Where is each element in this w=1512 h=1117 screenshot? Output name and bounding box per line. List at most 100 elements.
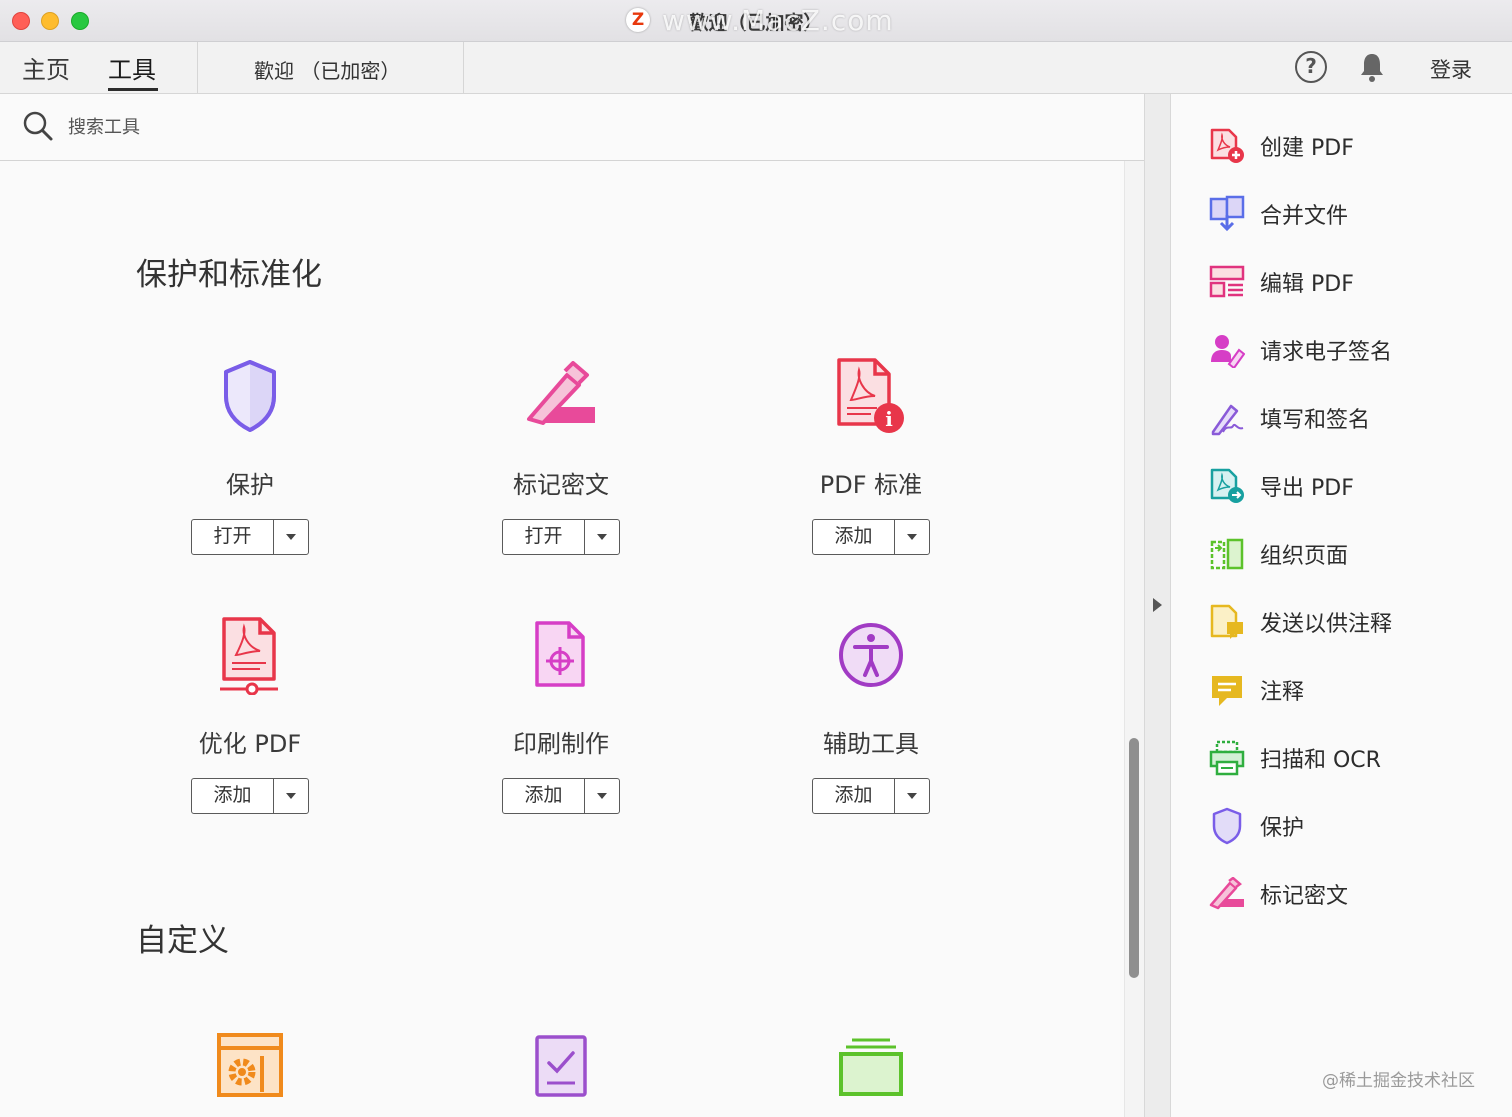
- rp-item-scan-ocr[interactable]: 扫描和 OCR: [1208, 736, 1381, 780]
- bell-icon[interactable]: [1358, 51, 1386, 83]
- tool-card-accessibility: 辅助工具 添加: [751, 610, 991, 814]
- tab-bar: 主页 工具 歡迎 （已加密） ? 登录: [0, 42, 1512, 94]
- redact-marker-icon: [1209, 877, 1244, 910]
- tool-button-label: 打开: [503, 520, 585, 554]
- tool-dropdown[interactable]: [585, 779, 619, 813]
- chevron-down-icon: [907, 534, 917, 540]
- search-bar: [0, 94, 1144, 161]
- rp-item-edit-pdf[interactable]: 编辑 PDF: [1208, 260, 1354, 304]
- login-button[interactable]: 登录: [1430, 54, 1472, 84]
- optimize-pdf-icon: [220, 617, 278, 695]
- checklist-icon: [535, 1035, 587, 1097]
- shield-icon: [1212, 807, 1242, 845]
- rp-item-export-pdf[interactable]: 导出 PDF: [1208, 464, 1354, 508]
- rp-item-label: 扫描和 OCR: [1260, 748, 1381, 773]
- combine-files-icon: [1209, 195, 1245, 232]
- edit-pdf-icon: [1209, 265, 1245, 298]
- tool-add-button[interactable]: 添加: [191, 778, 309, 814]
- rp-item-create-pdf[interactable]: 创建 PDF: [1208, 124, 1354, 168]
- tab-document[interactable]: 歡迎 （已加密）: [254, 55, 400, 84]
- tool-button-label: 添加: [503, 779, 585, 813]
- tool-add-button[interactable]: 添加: [812, 519, 930, 555]
- main-scrollbar[interactable]: [1124, 161, 1144, 1117]
- tab-home[interactable]: 主页: [22, 50, 70, 85]
- rp-item-organize-pages[interactable]: 组织页面: [1208, 532, 1348, 576]
- rp-item-label: 标记密文: [1260, 884, 1349, 909]
- tool-open-button[interactable]: 打开: [191, 519, 309, 555]
- tool-card-pdf-standard: i PDF 标准 添加: [751, 351, 991, 555]
- accessibility-icon: [839, 623, 903, 687]
- redact-marker-icon: [527, 361, 595, 425]
- tool-button-label: 添加: [813, 779, 895, 813]
- watermark-logo: Z: [626, 8, 650, 32]
- tools-main-area: 保护和标准化 保护 打开 标记密文 打开 i PDF 标准 添加 优化 PDF …: [0, 161, 1124, 1117]
- send-comments-icon: [1210, 604, 1243, 639]
- tab-separator: [197, 42, 198, 94]
- title-bar: 歡迎（已加密） Z www.MacZ.com: [0, 0, 1512, 42]
- rp-item-label: 填写和签名: [1260, 408, 1371, 433]
- tool-card-action-wizard[interactable]: [130, 1021, 370, 1111]
- chevron-down-icon: [597, 793, 607, 799]
- rp-item-request-signature[interactable]: 请求电子签名: [1208, 328, 1392, 372]
- chevron-down-icon: [286, 534, 296, 540]
- pdf-standard-icon: i: [837, 358, 904, 433]
- rp-item-label: 注释: [1260, 680, 1305, 705]
- right-tools-panel: 创建 PDF 合并文件 编辑 PDF 请求电子签名 填写和签名 导出 PDF 组…: [1172, 94, 1512, 1117]
- tool-dropdown[interactable]: [274, 779, 308, 813]
- rp-item-comment[interactable]: 注释: [1208, 668, 1304, 712]
- tool-label: 印刷制作: [513, 730, 609, 758]
- tab-separator: [463, 42, 464, 94]
- rp-item-combine-files[interactable]: 合并文件: [1208, 192, 1348, 236]
- tool-card-folder-stack[interactable]: [751, 1021, 991, 1111]
- tool-open-button[interactable]: 打开: [502, 519, 620, 555]
- help-icon[interactable]: ?: [1295, 51, 1327, 83]
- tool-add-button[interactable]: 添加: [502, 778, 620, 814]
- shield-icon: [224, 360, 276, 432]
- tool-label: 优化 PDF: [198, 730, 302, 758]
- tab-tools[interactable]: 工具: [108, 50, 156, 85]
- rp-item-redact[interactable]: 标记密文: [1208, 872, 1348, 916]
- organize-pages-icon: [1210, 538, 1244, 570]
- tool-label: 标记密文: [513, 471, 609, 499]
- tool-add-button[interactable]: 添加: [812, 778, 930, 814]
- tool-card-optimize: 优化 PDF 添加: [130, 610, 370, 814]
- search-icon: [23, 111, 53, 141]
- rp-item-fill-sign[interactable]: 填写和签名: [1208, 396, 1370, 440]
- request-signature-icon: [1211, 335, 1245, 368]
- tool-button-label: 添加: [813, 520, 895, 554]
- watermark-text: www.MacZ.com: [662, 4, 894, 37]
- tool-dropdown[interactable]: [895, 779, 929, 813]
- tool-card-print-production: 印刷制作 添加: [441, 610, 681, 814]
- search-input[interactable]: [68, 112, 468, 142]
- tool-label: PDF 标准: [819, 471, 923, 499]
- rp-item-label: 编辑 PDF: [1260, 272, 1354, 297]
- scan-ocr-icon: [1209, 740, 1245, 776]
- rp-item-send-comments[interactable]: 发送以供注释: [1208, 600, 1392, 644]
- rp-item-protect[interactable]: 保护: [1208, 804, 1304, 848]
- collapse-panel-icon[interactable]: [1153, 598, 1162, 612]
- rp-item-label: 导出 PDF: [1260, 476, 1354, 501]
- rp-item-label: 保护: [1260, 816, 1305, 841]
- rp-item-label: 组织页面: [1260, 544, 1349, 569]
- section-title-customize: 自定义: [136, 923, 229, 959]
- tool-dropdown[interactable]: [895, 520, 929, 554]
- tool-button-label: 打开: [192, 520, 274, 554]
- source-credit: @稀土掘金技术社区: [1322, 1071, 1475, 1091]
- tool-button-label: 添加: [192, 779, 274, 813]
- tool-label: 辅助工具: [823, 730, 919, 758]
- rp-item-label: 请求电子签名: [1260, 340, 1393, 365]
- svg-text:i: i: [885, 407, 893, 431]
- tool-card-checklist[interactable]: [441, 1021, 681, 1111]
- tool-card-redact: 标记密文 打开: [441, 351, 681, 555]
- export-pdf-icon: [1210, 468, 1244, 503]
- rp-item-label: 合并文件: [1260, 204, 1349, 229]
- comment-icon: [1212, 676, 1242, 706]
- active-tab-indicator: [108, 88, 158, 91]
- chevron-down-icon: [286, 793, 296, 799]
- scrollbar-thumb[interactable]: [1129, 738, 1139, 978]
- fill-sign-icon: [1211, 404, 1244, 436]
- tool-dropdown[interactable]: [585, 520, 619, 554]
- rp-item-label: 发送以供注释: [1260, 612, 1393, 637]
- tool-dropdown[interactable]: [274, 520, 308, 554]
- action-wizard-icon: [217, 1033, 283, 1097]
